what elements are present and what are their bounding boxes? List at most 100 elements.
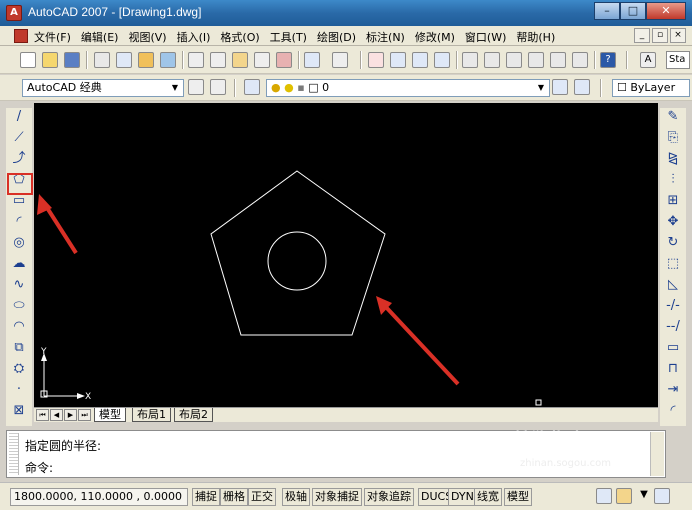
menu-view[interactable]: 视图(V)	[128, 29, 166, 45]
dyn-toggle[interactable]: DYN	[448, 488, 477, 506]
join-icon[interactable]: ⊓	[664, 360, 682, 378]
workspace-save-icon[interactable]	[210, 79, 226, 95]
new-icon[interactable]	[20, 52, 36, 68]
layer-previous-icon[interactable]	[574, 79, 590, 95]
block-editor-icon[interactable]	[276, 52, 292, 68]
match-properties-icon[interactable]	[254, 52, 270, 68]
maximize-button[interactable]: □	[620, 2, 646, 20]
publish-icon[interactable]	[138, 52, 154, 68]
menu-format[interactable]: 格式(O)	[220, 29, 259, 45]
redo-icon[interactable]	[332, 52, 348, 68]
arc-icon[interactable]: ◜	[10, 213, 28, 231]
layer-select[interactable]: ● ● ▪ □ 0 ▼	[266, 79, 550, 97]
polyline-icon[interactable]: ⤴	[10, 150, 28, 168]
snap-toggle[interactable]: 捕捉	[192, 488, 220, 506]
clean-screen-icon[interactable]	[654, 488, 670, 504]
zoom-window-icon[interactable]	[412, 52, 428, 68]
menu-file[interactable]: 文件(F)	[34, 29, 71, 45]
menu-edit[interactable]: 编辑(E)	[81, 29, 119, 45]
circle-icon[interactable]: ◎	[10, 234, 28, 252]
array-icon[interactable]: ⊞	[664, 192, 682, 210]
workspace-settings-icon[interactable]	[188, 79, 204, 95]
rotate-icon[interactable]: ↻	[664, 234, 682, 252]
prev-tab-button[interactable]: ◀	[50, 409, 63, 421]
first-tab-button[interactable]: ⏮	[36, 409, 49, 421]
pentagon-shape[interactable]	[210, 170, 386, 336]
copy-icon[interactable]: ⎘	[664, 129, 682, 147]
coordinate-readout[interactable]: 1800.0000, 110.0000 , 0.0000	[10, 488, 188, 506]
save-icon[interactable]	[64, 52, 80, 68]
3d-dwf-icon[interactable]	[160, 52, 176, 68]
drawing-canvas[interactable]: Y X	[34, 103, 658, 408]
scale-icon[interactable]: ⬚	[664, 255, 682, 273]
lock-icon[interactable]: ▪	[297, 81, 304, 94]
help-icon[interactable]: ?	[600, 52, 616, 68]
tab-layout1[interactable]: 布局1	[132, 408, 171, 422]
print-icon[interactable]	[94, 52, 110, 68]
lightbulb-icon[interactable]: ●	[271, 81, 281, 94]
tab-layout2[interactable]: 布局2	[174, 408, 213, 422]
erase-icon[interactable]: ✎	[664, 108, 682, 126]
last-tab-button[interactable]: ⏭	[78, 409, 91, 421]
workspace-select[interactable]: AutoCAD 经典 ▼	[22, 79, 184, 97]
paste-icon[interactable]	[232, 52, 248, 68]
copy-clip-icon[interactable]	[210, 52, 226, 68]
mirror-icon[interactable]: ⧎	[664, 150, 682, 168]
chevron-down-icon[interactable]: ▼	[636, 488, 652, 504]
chevron-down-icon[interactable]: ▼	[535, 81, 547, 95]
move-icon[interactable]: ✥	[664, 213, 682, 231]
menu-draw[interactable]: 绘图(D)	[317, 29, 356, 45]
model-toggle[interactable]: 模型	[504, 488, 532, 506]
text-style-select[interactable]: Sta	[666, 51, 690, 69]
make-current-layer-icon[interactable]	[552, 79, 568, 95]
sun-icon[interactable]: ●	[284, 81, 294, 94]
make-block-icon[interactable]: ⛭	[10, 360, 28, 378]
doc-restore-button[interactable]: ▫	[652, 28, 668, 43]
sheet-set-icon[interactable]	[528, 52, 544, 68]
autocad-app-icon[interactable]: A	[6, 5, 22, 21]
chevron-down-icon[interactable]: ▼	[169, 81, 181, 95]
point-icon[interactable]: ·	[10, 381, 28, 399]
revcloud-icon[interactable]: ☁	[10, 255, 28, 273]
offset-icon[interactable]: ⫶	[664, 171, 682, 189]
ellipse-icon[interactable]: ⬭	[10, 297, 28, 315]
construction-line-icon[interactable]: ⟋	[10, 129, 28, 147]
tool-palettes-icon[interactable]	[506, 52, 522, 68]
lineweight-toggle[interactable]: 线宽	[474, 488, 502, 506]
menu-dimension[interactable]: 标注(N)	[366, 29, 405, 45]
markup-icon[interactable]	[550, 52, 566, 68]
command-grip[interactable]	[9, 433, 19, 475]
document-icon[interactable]	[14, 29, 28, 43]
osnap-toggle[interactable]: 对象捕捉	[312, 488, 362, 506]
lock-toolbar-icon[interactable]	[616, 488, 632, 504]
zoom-realtime-icon[interactable]	[390, 52, 406, 68]
cut-icon[interactable]	[188, 52, 204, 68]
zoom-previous-icon[interactable]	[434, 52, 450, 68]
trim-icon[interactable]: -/-	[664, 297, 682, 315]
spline-icon[interactable]: ∿	[10, 276, 28, 294]
circle-shape[interactable]	[267, 231, 327, 291]
tab-model[interactable]: 模型	[94, 408, 126, 422]
menu-help[interactable]: 帮助(H)	[516, 29, 555, 45]
insert-block-icon[interactable]: ⧉	[10, 339, 28, 357]
menu-insert[interactable]: 插入(I)	[177, 29, 211, 45]
polar-toggle[interactable]: 极轴	[282, 488, 310, 506]
color-select[interactable]: ☐ ByLayer	[612, 79, 690, 97]
doc-minimize-button[interactable]: _	[634, 28, 650, 43]
close-button[interactable]: ✕	[646, 2, 686, 20]
line-icon[interactable]: /	[10, 108, 28, 126]
text-style-icon[interactable]: A	[640, 52, 656, 68]
pan-icon[interactable]	[368, 52, 384, 68]
menu-window[interactable]: 窗口(W)	[465, 29, 506, 45]
undo-icon[interactable]	[304, 52, 320, 68]
properties-icon[interactable]	[462, 52, 478, 68]
grid-toggle[interactable]: 栅格	[220, 488, 248, 506]
menu-modify[interactable]: 修改(M)	[415, 29, 455, 45]
calculator-icon[interactable]	[572, 52, 588, 68]
comm-center-icon[interactable]	[596, 488, 612, 504]
chamfer-icon[interactable]: ⇥	[664, 381, 682, 399]
stretch-icon[interactable]: ◺	[664, 276, 682, 294]
fillet-icon[interactable]: ◜	[664, 402, 682, 420]
ortho-toggle[interactable]: 正交	[248, 488, 276, 506]
extend-icon[interactable]: --/	[664, 318, 682, 336]
